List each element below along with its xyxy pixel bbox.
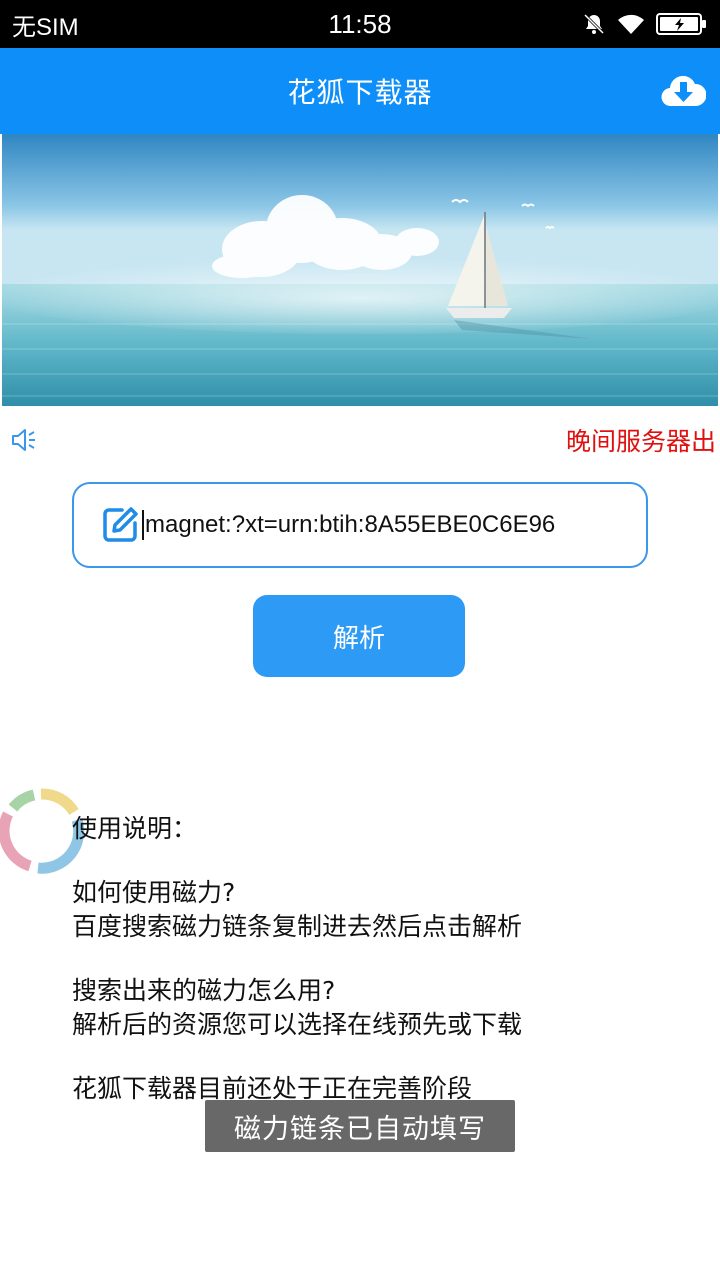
wifi-icon — [616, 12, 646, 36]
status-bar: 无SIM 11:58 — [0, 0, 720, 48]
notice-text: 晚间服务器出 — [565, 427, 716, 456]
banner-image — [2, 134, 718, 406]
notice-bar: 晚间服务器出 — [0, 420, 720, 460]
faq-question-2: 搜索出来的磁力怎么用? — [72, 976, 336, 1005]
toast-message: 磁力链条已自动填写 — [205, 1100, 515, 1152]
faq-answer-1: 百度搜索磁力链条复制进去然后点击解析 — [72, 912, 523, 941]
battery-charging-icon — [656, 12, 708, 36]
instructions: 使用说明： 如何使用磁力? 百度搜索磁力链条复制进去然后点击解析 搜索出来的磁力… — [72, 812, 692, 1106]
magnet-input-value[interactable]: magnet:?xt=urn:btih:8A55EBE0C6E96 — [142, 510, 555, 540]
speaker-icon — [10, 426, 38, 454]
instructions-heading: 使用说明： — [72, 814, 198, 843]
carrier-label: 无SIM — [12, 13, 79, 41]
mute-bell-icon — [582, 12, 606, 36]
app-bar: 花狐下载器 — [0, 48, 720, 134]
faq-question-1: 如何使用磁力? — [72, 878, 236, 907]
page-title: 花狐下载器 — [287, 76, 433, 109]
status-icons — [582, 12, 708, 36]
magnet-input[interactable]: magnet:?xt=urn:btih:8A55EBE0C6E96 — [72, 482, 648, 568]
parse-button[interactable]: 解析 — [253, 595, 465, 677]
cloud-download-icon[interactable] — [660, 68, 707, 114]
edit-icon — [100, 505, 140, 545]
faq-answer-2: 解析后的资源您可以选择在线预先或下载 — [72, 1010, 523, 1039]
